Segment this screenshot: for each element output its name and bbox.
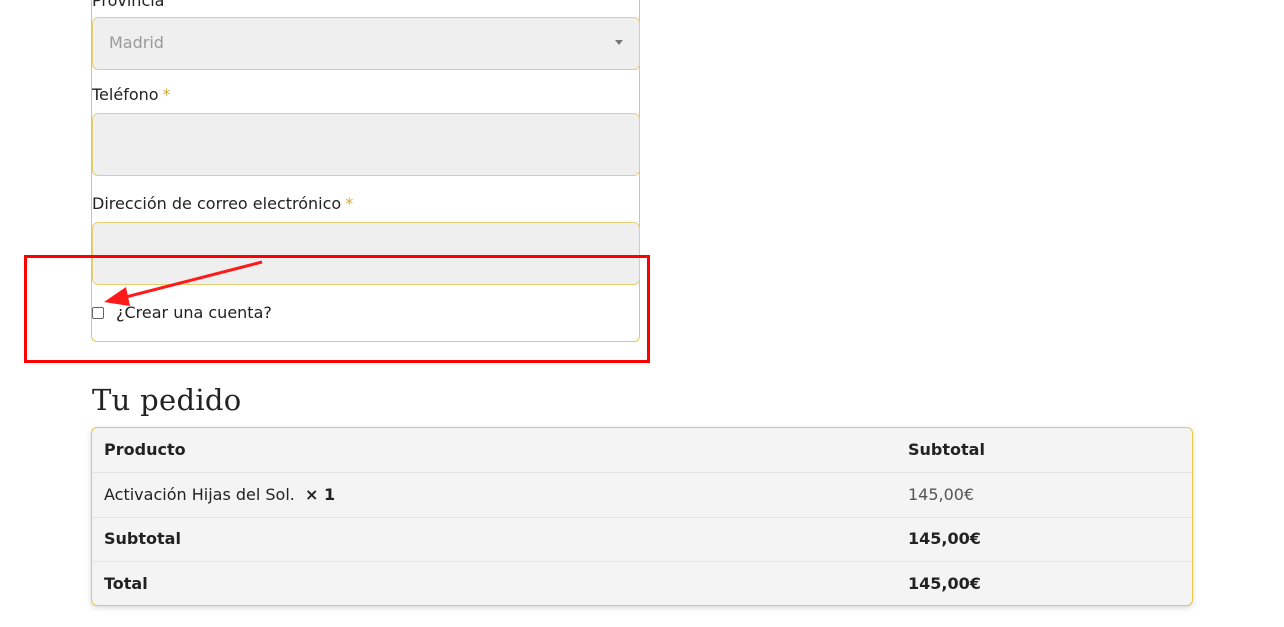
subtotal-row: Subtotal 145,00€ <box>92 517 1192 562</box>
order-table: Producto Subtotal Activación Hijas del S… <box>91 427 1193 606</box>
total-row: Total 145,00€ <box>92 562 1192 605</box>
phone-input[interactable] <box>92 113 640 176</box>
subtotal-label: Subtotal <box>104 529 181 548</box>
required-marker: * <box>345 194 354 213</box>
chevron-down-icon <box>615 40 623 45</box>
table-header-row: Producto Subtotal <box>92 428 1192 473</box>
province-select[interactable]: Madrid <box>92 17 640 70</box>
total-value: 145,00€ <box>908 574 981 593</box>
product-cell: Activación Hijas del Sol. × 1 <box>104 485 335 504</box>
product-price: 145,00€ <box>908 485 975 504</box>
column-header-product: Producto <box>104 440 186 459</box>
annotation-highlight-box <box>24 255 650 363</box>
product-name: Activación Hijas del Sol. <box>104 485 295 504</box>
province-select-value: Madrid <box>109 33 164 52</box>
email-label: Dirección de correo electrónico * <box>92 194 354 213</box>
order-title: Tu pedido <box>92 383 242 417</box>
table-row: Activación Hijas del Sol. × 1 145,00€ <box>92 473 1192 518</box>
province-label: Provincia <box>92 0 165 10</box>
total-label: Total <box>104 574 148 593</box>
required-marker: * <box>162 85 171 104</box>
phone-label: Teléfono * <box>92 85 171 104</box>
column-header-subtotal: Subtotal <box>908 440 985 459</box>
subtotal-value: 145,00€ <box>908 529 981 548</box>
product-quantity: × 1 <box>305 485 336 504</box>
